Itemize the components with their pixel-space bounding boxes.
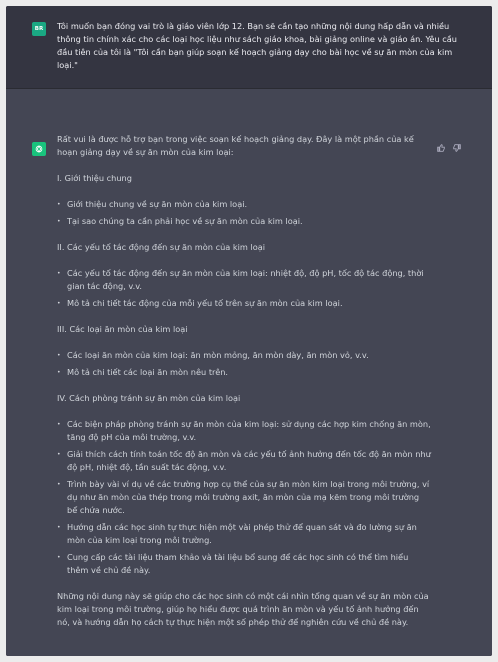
user-avatar-icon: BR (32, 22, 46, 36)
assistant-conclusion: Những nội dung này sẽ giúp cho các học s… (57, 591, 429, 627)
section-title: II. Các yếu tố tác động đến sự ăn mòn củ… (57, 242, 266, 252)
list-item: Các loại ăn mòn của kim loại: ăn mòn mỏn… (57, 349, 431, 362)
section-title: I. Giới thiệu chung (57, 173, 132, 183)
list-item: Các biện pháp phòng tránh sự ăn mòn của … (57, 418, 431, 444)
chat-window: BR Tôi muốn bạn đóng vai trò là giáo viê… (6, 6, 492, 656)
list-item: Hướng dẫn các học sinh tự thực hiện một … (57, 521, 431, 547)
openai-logo-icon (32, 142, 46, 156)
assistant-intro: Rất vui là được hỗ trợ bạn trong việc so… (57, 134, 414, 157)
section-list: Giới thiệu chung về sự ăn mòn của kim lo… (57, 198, 431, 228)
thumbs-up-icon[interactable] (436, 143, 446, 155)
list-item: Mô tả chi tiết tác động của mỗi yếu tố t… (57, 297, 431, 310)
assistant-content: Rất vui là được hỗ trợ bạn trong việc so… (57, 133, 431, 642)
section-list: Các loại ăn mòn của kim loại: ăn mòn mỏn… (57, 349, 431, 379)
list-item: Giới thiệu chung về sự ăn mòn của kim lo… (57, 198, 431, 211)
section-list: Các yếu tố tác động đến sự ăn mòn của ki… (57, 267, 431, 310)
section-list: Các biện pháp phòng tránh sự ăn mòn của … (57, 418, 431, 577)
list-item: Trình bày vài ví dụ về các trường hợp cụ… (57, 478, 431, 517)
list-item: Mô tả chi tiết các loại ăn mòn nêu trên. (57, 366, 431, 379)
thumbs-down-icon[interactable] (452, 143, 462, 155)
user-message: BR Tôi muốn bạn đóng vai trò là giáo viê… (6, 6, 492, 89)
assistant-message: Rất vui là được hỗ trợ bạn trong việc so… (6, 89, 492, 656)
list-item: Tại sao chúng ta cần phải học về sự ăn m… (57, 215, 431, 228)
section-title: IV. Cách phòng tránh sự ăn mòn của kim l… (57, 393, 241, 403)
message-actions (436, 143, 462, 155)
list-item: Cung cấp các tài liệu tham khảo và tài l… (57, 551, 431, 577)
user-message-text: Tôi muốn bạn đóng vai trò là giáo viên l… (57, 21, 457, 70)
section-title: III. Các loại ăn mòn của kim loại (57, 324, 188, 334)
list-item: Các yếu tố tác động đến sự ăn mòn của ki… (57, 267, 431, 293)
list-item: Giải thích cách tính toán tốc độ ăn mòn … (57, 448, 431, 474)
